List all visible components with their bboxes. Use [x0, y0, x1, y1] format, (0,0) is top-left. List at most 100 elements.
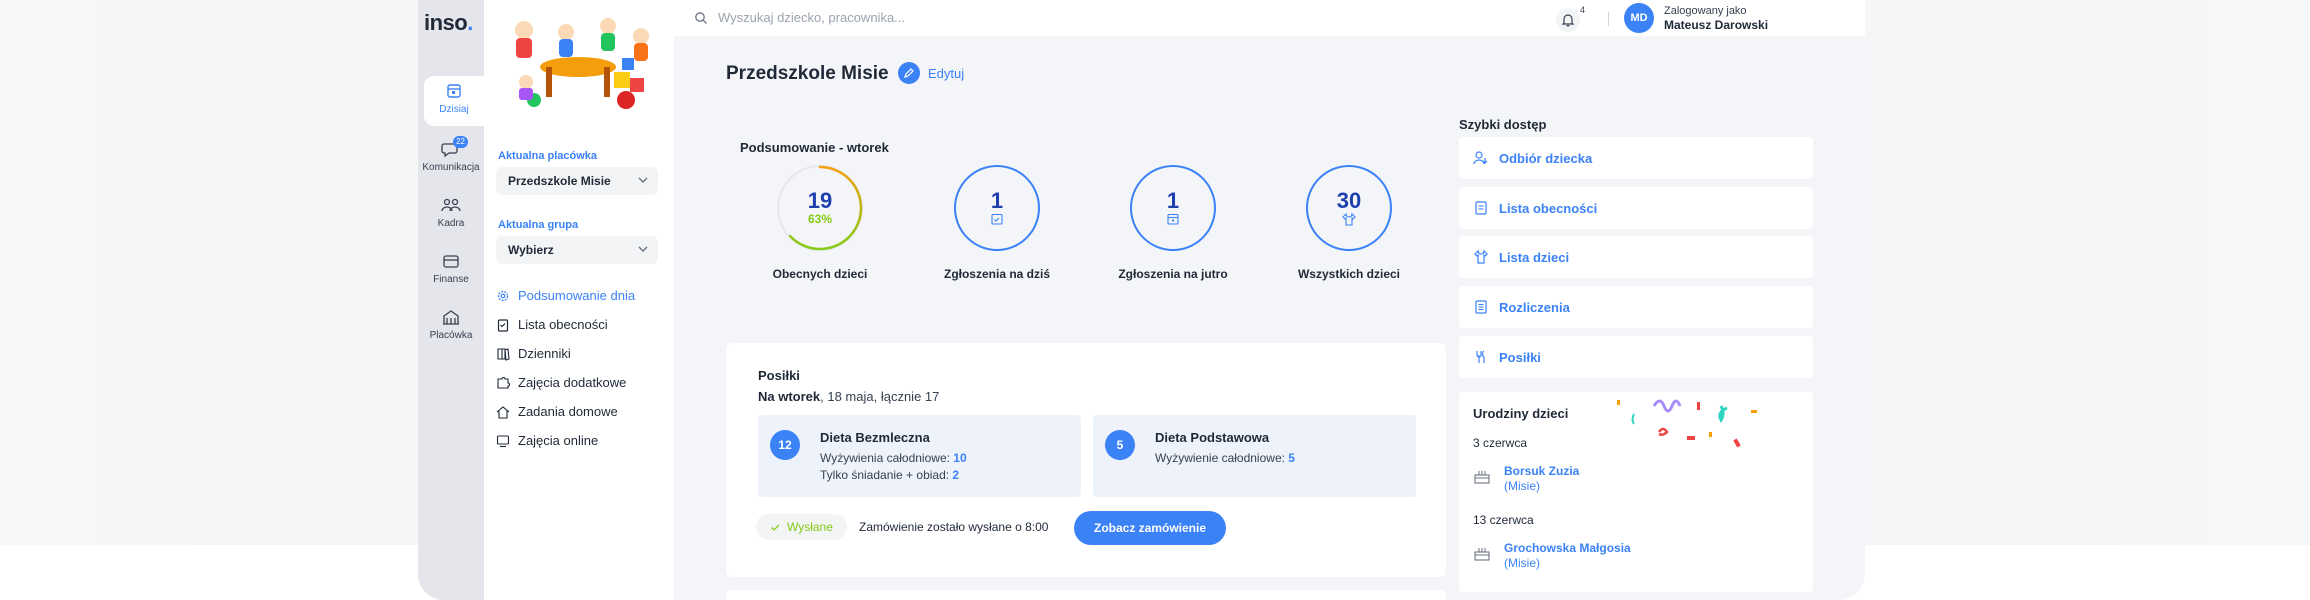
birthday-date: 3 czerwca: [1473, 436, 1528, 450]
quick-pickup[interactable]: Odbiór dziecka: [1459, 137, 1813, 179]
menu-label: Lista obecności: [518, 317, 608, 332]
status-badge: Wysłane: [756, 514, 847, 540]
rail-label: Dzisiaj: [439, 104, 469, 115]
stat-circle: 30: [1306, 165, 1392, 251]
menu-label: Dzienniki: [518, 346, 571, 361]
unread-badge: 22: [453, 136, 468, 148]
quick-meals[interactable]: Posiłki: [1459, 336, 1813, 378]
quick-access-title: Szybki dostęp: [1459, 117, 1547, 132]
menu-item-zadania-domowe[interactable]: Zadania domowe: [496, 404, 618, 419]
diet-line: Wyżywienie całodniowe: 5: [1155, 451, 1295, 465]
page-title: Przedszkole Misie: [726, 63, 889, 84]
diet-box: 5 Dieta Podstawowa Wyżywienie całodniowe…: [1093, 415, 1416, 497]
check-icon: [771, 524, 780, 531]
birthdays-card: Urodziny dzieci 3 czerwca Borsuk Zuzia (…: [1459, 392, 1813, 592]
shirt-icon: [1474, 249, 1488, 264]
birthday-child-name[interactable]: Borsuk Zuzia: [1504, 464, 1579, 479]
group-select[interactable]: Wybierz: [496, 236, 658, 264]
menu-item-dzienniki[interactable]: Dzienniki: [496, 346, 571, 361]
group-label: Aktualna grupa: [498, 219, 579, 231]
clipboard-icon: [1475, 201, 1487, 215]
edit-label: Edytuj: [928, 65, 965, 81]
calendar-icon: [447, 84, 461, 98]
top-bar: Wyszukaj dziecko, pracownika... 4 MD Zal…: [674, 0, 1865, 36]
birthday-date: 13 czerwca: [1473, 513, 1534, 527]
diet-line: Tylko śniadanie + obiad: 2: [820, 468, 960, 482]
divider: [1608, 12, 1609, 26]
stat-label: Zgłoszenia na dziś: [943, 267, 1051, 281]
view-order-button[interactable]: Zobacz zamówienie: [1074, 511, 1226, 545]
diet-line: Wyżywienia całodniowe: 10: [820, 451, 967, 465]
rail-label: Kadra: [437, 218, 465, 229]
stat-reports-today[interactable]: 1 Zgłoszenia na dziś: [922, 165, 1072, 281]
facility-select[interactable]: Przedszkole Misie: [496, 167, 658, 195]
diet-count: 12: [770, 430, 800, 460]
rail-item-dzisiaj[interactable]: Dzisiaj: [424, 76, 484, 126]
building-icon: [443, 310, 459, 325]
cake-icon: [1474, 548, 1490, 561]
menu-item-zajecia-dodatkowe[interactable]: Zajęcia dodatkowe: [496, 375, 626, 390]
notifications-count: 4: [1580, 5, 1586, 15]
diet-count: 5: [1105, 430, 1135, 460]
diet-box: 12 Dieta Bezmleczna Wyżywienia całodniow…: [758, 415, 1081, 497]
quick-attendance[interactable]: Lista obecności: [1459, 187, 1813, 229]
status-text: Zamówienie zostało wysłane o 8:00: [859, 520, 1049, 534]
quick-billing[interactable]: Rozliczenia: [1459, 286, 1813, 328]
rail-item-komunikacja[interactable]: 22 Komunikacja: [418, 136, 484, 173]
user-info[interactable]: Zalogowany jako Mateusz Darowski: [1664, 4, 1768, 33]
menu-label: Zajęcia online: [518, 433, 599, 448]
rail-label: Komunikacja: [422, 162, 480, 173]
search-box[interactable]: Wyszukaj dziecko, pracownika...: [694, 10, 905, 25]
diet-name: Dieta Bezmleczna: [820, 430, 930, 445]
stat-label: Zgłoszenia na jutro: [1118, 267, 1228, 281]
notifications-button[interactable]: [1556, 8, 1580, 32]
wallet-icon: [443, 255, 459, 268]
facility-value: Przedszkole Misie: [508, 174, 611, 188]
rail-item-kadra[interactable]: Kadra: [418, 196, 484, 229]
menu-item-lista-obecnosci[interactable]: Lista obecności: [496, 317, 608, 332]
menu-label: Podsumowanie dnia: [518, 288, 636, 303]
pencil-icon: [898, 62, 920, 84]
stat-present-children[interactable]: 19 63% Obecnych dzieci: [745, 165, 895, 281]
monitor-icon: [496, 434, 510, 447]
rail-item-placowka[interactable]: Placówka: [418, 308, 484, 341]
quick-children[interactable]: Lista dzieci: [1459, 236, 1813, 278]
meals-title: Posiłki: [758, 368, 800, 383]
meals-card: Posiłki Na wtorek, 18 maja, łącznie 17 1…: [726, 343, 1446, 577]
rail-item-finanse[interactable]: Finanse: [418, 252, 484, 285]
stat-all-children[interactable]: 30 Wszystkich dzieci: [1274, 165, 1424, 281]
birthday-child-group: (Misie): [1504, 556, 1540, 570]
menu-item-podsumowanie[interactable]: Podsumowanie dnia: [496, 288, 635, 303]
avatar[interactable]: MD: [1624, 3, 1654, 33]
stat-value: 30: [1336, 188, 1362, 213]
shirt-icon: [1342, 212, 1356, 226]
stat-reports-tomorrow[interactable]: 1 Zgłoszenia na jutro: [1098, 165, 1248, 281]
user-name: Mateusz Darowski: [1664, 18, 1769, 32]
logged-as-label: Zalogowany jako: [1664, 5, 1747, 17]
pickup-icon: [1473, 151, 1488, 165]
children-illustration: [515, 18, 649, 109]
birthday-child-name[interactable]: Grochowska Małgosia: [1504, 541, 1631, 556]
group-value: Wybierz: [508, 243, 554, 257]
calendar-check-icon: [991, 213, 1003, 225]
chevron-down-icon: [638, 177, 648, 183]
nav-rail: inso. Dzisiaj 22 Komunikacja Kadra Finan…: [418, 0, 484, 600]
side-panel: Aktualna placówka Przedszkole Misie Aktu…: [484, 0, 674, 600]
stat-label: Wszystkich dzieci: [1297, 267, 1401, 281]
search-input[interactable]: Wyszukaj dziecko, pracownika...: [718, 10, 905, 25]
menu-item-zajecia-online[interactable]: Zajęcia online: [496, 433, 598, 448]
search-icon: [695, 11, 707, 24]
facility-label: Aktualna placówka: [498, 150, 598, 162]
stat-circle: 1: [954, 165, 1040, 251]
summary-title: Podsumowanie - wtorek: [740, 140, 889, 155]
clipboard-icon: [497, 318, 509, 332]
stat-label: Obecnych dzieci: [772, 267, 868, 281]
menu-label: Zadania domowe: [518, 404, 618, 419]
edit-button[interactable]: Edytuj: [898, 62, 964, 84]
stat-circle: 1: [1130, 165, 1216, 251]
meals-subtitle: Na wtorek, 18 maja, łącznie 17: [758, 389, 940, 404]
document-icon: [1475, 300, 1487, 314]
logo[interactable]: inso.: [424, 10, 473, 36]
next-card: [726, 590, 1446, 600]
progress-ring: 19 63%: [777, 165, 863, 251]
